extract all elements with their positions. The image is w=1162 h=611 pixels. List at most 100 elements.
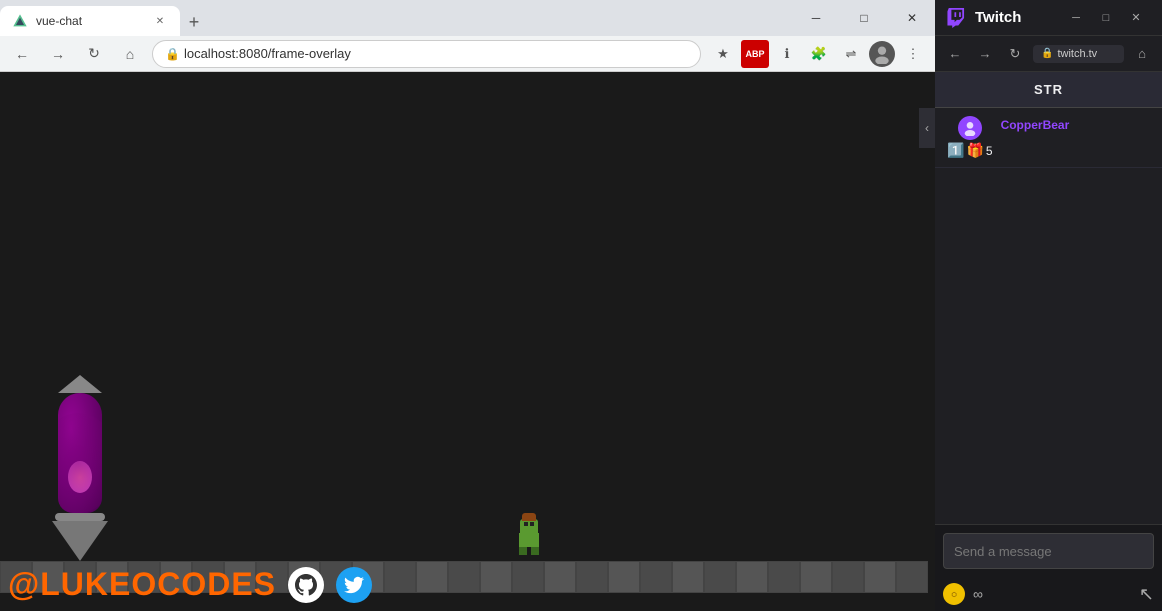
lamp-body <box>58 393 102 513</box>
ground-tile <box>640 561 672 593</box>
twitch-address-bar: ← → ↻ 🔒 twitch.tv ⌂ <box>935 36 1162 72</box>
twitch-logo: Twitch <box>947 8 1021 28</box>
ground-tile <box>448 561 480 593</box>
twitch-maximize[interactable]: □ <box>1092 6 1120 30</box>
twitch-logo-icon <box>947 8 967 28</box>
left-leg <box>519 547 527 555</box>
ground-tile <box>704 561 736 593</box>
stream-label: STR <box>1034 82 1063 97</box>
chat-area <box>935 168 1162 524</box>
profile-avatar[interactable] <box>869 41 895 67</box>
lamp-glow <box>58 413 102 513</box>
toolbar-icons: ★ ABP ℹ 🧩 ⇌ ⋮ <box>709 40 927 68</box>
lamp-base <box>52 521 108 561</box>
user-avatar <box>958 116 982 140</box>
badge-number-icon: 1️⃣ <box>947 142 964 159</box>
message-username: CopperBear <box>1001 118 1070 132</box>
cursor-icon: ↖ <box>1139 584 1154 605</box>
address-lock-icon: 🔒 <box>165 47 180 61</box>
tab-title: vue-chat <box>36 14 82 28</box>
extensions-button[interactable]: 🧩 <box>805 40 833 68</box>
ground-tile <box>672 561 704 593</box>
coin-svg: ⬡ <box>947 587 961 601</box>
ground-tile <box>832 561 864 593</box>
twitch-close[interactable]: ✕ <box>1122 6 1150 30</box>
stream-header: STR <box>935 72 1162 108</box>
vue-logo-icon <box>12 13 28 29</box>
menu-button[interactable]: ⋮ <box>899 40 927 68</box>
points-value: ∞ <box>973 586 983 602</box>
ground-tile <box>544 561 576 593</box>
info-button[interactable]: ℹ <box>773 40 801 68</box>
collapse-button[interactable]: ‹ <box>919 108 935 148</box>
branding-overlay: @LUKEOCODES <box>8 566 372 603</box>
twitch-back-button[interactable]: ← <box>943 42 967 66</box>
brand-handle: @LUKEOCODES <box>8 566 276 603</box>
chat-points: ⬡ ∞ <box>943 583 983 605</box>
gift-icon: 🎁 <box>966 142 983 159</box>
ground-tile <box>736 561 768 593</box>
bookmark-button[interactable]: ★ <box>709 40 737 68</box>
message-content: CopperBear <box>1001 116 1150 134</box>
game-viewport: @LUKEOCODES <box>0 72 935 611</box>
chat-input[interactable]: Send a message <box>943 533 1154 569</box>
address-bar: ← → ↻ ⌂ 🔒 localhost:8080/frame-overlay ★… <box>0 36 935 72</box>
app-container: vue-chat ✕ + ─ □ ✕ ← → ↻ ⌂ 🔒 localhost:8… <box>0 0 1162 611</box>
twitch-url-bar[interactable]: 🔒 twitch.tv <box>1033 45 1124 63</box>
lava-lamp <box>40 375 120 561</box>
ground-tile <box>896 561 928 593</box>
close-button[interactable]: ✕ <box>889 0 935 36</box>
twitch-forward-button[interactable]: → <box>973 42 997 66</box>
sync-button[interactable]: ⇌ <box>837 40 865 68</box>
browser-section: vue-chat ✕ + ─ □ ✕ ← → ↻ ⌂ 🔒 localhost:8… <box>0 0 935 611</box>
avatar-icon <box>872 44 892 64</box>
twitch-minimize[interactable]: ─ <box>1062 6 1090 30</box>
cursor-area: ↖ <box>1139 584 1154 605</box>
twitter-icon[interactable] <box>336 567 372 603</box>
player-character <box>515 519 543 559</box>
ground-tile <box>800 561 832 593</box>
address-input[interactable]: 🔒 localhost:8080/frame-overlay <box>152 40 701 68</box>
chat-input-placeholder: Send a message <box>954 544 1052 559</box>
badge-container: 1️⃣ 🎁 5 <box>947 142 993 159</box>
twitch-url-text: twitch.tv <box>1057 48 1097 60</box>
avatar-silhouette <box>962 120 978 136</box>
active-tab[interactable]: vue-chat ✕ <box>0 6 180 36</box>
reload-button[interactable]: ↻ <box>80 40 108 68</box>
forward-button[interactable]: → <box>44 40 72 68</box>
new-tab-button[interactable]: + <box>180 8 208 36</box>
adblock-button[interactable]: ABP <box>741 40 769 68</box>
twitch-title-bar: Twitch ─ □ ✕ <box>935 0 1162 36</box>
chat-footer: ⬡ ∞ ↖ <box>935 577 1162 611</box>
twitch-home-button[interactable]: ⌂ <box>1130 42 1154 66</box>
character-head <box>520 519 538 533</box>
right-leg <box>531 547 539 555</box>
ground-tile <box>384 561 416 593</box>
ground-tile <box>608 561 640 593</box>
github-icon[interactable] <box>288 567 324 603</box>
twitch-lock-icon: 🔒 <box>1041 48 1053 59</box>
home-button[interactable]: ⌂ <box>116 40 144 68</box>
lamp-shade-top <box>58 375 102 393</box>
twitch-window-controls: ─ □ ✕ <box>1062 6 1150 30</box>
pixel-character <box>515 519 543 559</box>
ground-tile <box>576 561 608 593</box>
twitch-reload-button[interactable]: ↻ <box>1003 42 1027 66</box>
minimize-button[interactable]: ─ <box>793 0 839 36</box>
github-svg <box>295 574 317 596</box>
window-controls: ─ □ ✕ <box>793 0 935 36</box>
twitch-panel: Twitch ─ □ ✕ ← → ↻ 🔒 twitch.tv ⌂ STR ‹ <box>935 0 1162 611</box>
twitch-title: Twitch <box>975 9 1021 26</box>
channel-points-icon[interactable]: ⬡ <box>943 583 965 605</box>
lamp-base-top <box>55 513 105 521</box>
maximize-button[interactable]: □ <box>841 0 887 36</box>
back-button[interactable]: ← <box>8 40 36 68</box>
twitter-svg <box>344 575 364 595</box>
ground-tile <box>512 561 544 593</box>
ground-tile <box>768 561 800 593</box>
character-body <box>519 533 539 547</box>
tab-close-button[interactable]: ✕ <box>152 13 168 29</box>
svg-text:⬡: ⬡ <box>951 591 956 598</box>
ground-tile <box>864 561 896 593</box>
ground-tile <box>416 561 448 593</box>
